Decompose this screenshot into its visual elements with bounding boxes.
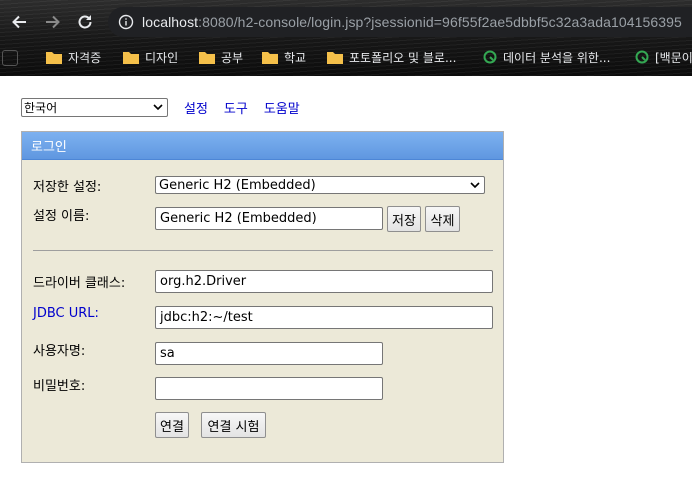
- globe-icon: [635, 50, 649, 64]
- bookmark-label: 공부: [221, 50, 244, 65]
- driver-class-input[interactable]: org.h2.Driver: [155, 270, 493, 293]
- bookmark-design[interactable]: 디자인: [123, 47, 178, 67]
- bookmark-label: 디자인: [145, 50, 179, 65]
- browser-toolbar: localhost:8080/h2-console/login.jsp?jses…: [0, 0, 692, 76]
- bookmark-label: 학교: [284, 50, 307, 65]
- folder-icon: [46, 51, 62, 64]
- folder-icon: [123, 51, 139, 64]
- link-tools[interactable]: 도구: [224, 98, 248, 117]
- folder-icon: [199, 51, 215, 64]
- panel-title: 로그인: [22, 132, 503, 160]
- saved-settings-value: Generic H2 (Embedded): [159, 177, 316, 193]
- saved-settings-select[interactable]: Generic H2 (Embedded): [155, 176, 485, 194]
- url-path: :8080/h2-console/login.jsp?jsessionid=96…: [198, 14, 682, 30]
- url-host: localhost: [142, 14, 199, 30]
- setting-name-input[interactable]: Generic H2 (Embedded): [155, 207, 383, 230]
- bookmark-study[interactable]: 공부: [199, 47, 243, 67]
- password-label: 비밀번호:: [33, 379, 86, 394]
- chevron-down-icon: [470, 181, 480, 188]
- folder-icon: [262, 51, 278, 64]
- bookmark-label: 포토폴리오 및 블로...: [349, 50, 457, 65]
- connect-button[interactable]: 연결: [155, 412, 189, 438]
- top-bar: 한국어 설정 도구 도움말: [21, 97, 300, 117]
- jdbc-url-input[interactable]: jdbc:h2:~/test: [155, 306, 493, 329]
- setting-name-label: 설정 이름:: [33, 209, 90, 224]
- apps-icon[interactable]: [2, 50, 18, 66]
- save-button[interactable]: 저장: [387, 206, 421, 232]
- forward-button[interactable]: [40, 9, 66, 35]
- login-panel: 로그인 저장한 설정: Generic H2 (Embedded) 설정 이름:…: [21, 131, 504, 463]
- reload-button[interactable]: [72, 9, 98, 35]
- chevron-down-icon: [153, 103, 163, 110]
- bookmark-data-analysis[interactable]: 데이터 분석을 위한...: [483, 47, 610, 67]
- url-text: localhost:8080/h2-console/login.jsp?jses…: [142, 14, 682, 30]
- bookmark-baekmun[interactable]: [백문이: [635, 47, 692, 67]
- globe-icon: [483, 50, 497, 64]
- address-bar[interactable]: localhost:8080/h2-console/login.jsp?jses…: [108, 7, 692, 37]
- saved-settings-label: 저장한 설정:: [33, 180, 102, 195]
- bookmark-label: [백문이: [655, 50, 692, 65]
- language-select[interactable]: 한국어: [21, 97, 168, 117]
- bookmark-label: 데이터 분석을 위한...: [503, 50, 611, 65]
- link-help[interactable]: 도움말: [264, 98, 300, 117]
- jdbc-url-link[interactable]: JDBC URL:: [33, 306, 99, 321]
- bookmark-portfolio[interactable]: 포토폴리오 및 블로...: [327, 47, 456, 67]
- info-icon[interactable]: [118, 14, 134, 30]
- delete-button[interactable]: 삭제: [425, 206, 460, 232]
- password-input[interactable]: [155, 377, 383, 400]
- bookmark-label: 자격증: [68, 50, 102, 65]
- folder-icon: [327, 51, 343, 64]
- arrow-left-icon: [12, 15, 26, 29]
- username-label: 사용자명:: [33, 344, 86, 359]
- bookmark-certificates[interactable]: 자격증: [46, 47, 101, 67]
- username-input[interactable]: sa: [155, 342, 383, 365]
- arrow-right-icon: [46, 15, 60, 29]
- back-button[interactable]: [6, 9, 32, 35]
- link-settings[interactable]: 설정: [184, 98, 208, 117]
- divider: [33, 250, 493, 251]
- reload-icon: [78, 15, 92, 29]
- bookmark-school[interactable]: 학교: [262, 47, 306, 67]
- test-connection-button[interactable]: 연결 시험: [201, 412, 266, 438]
- language-value: 한국어: [24, 100, 58, 115]
- driver-class-label: 드라이버 클래스:: [33, 276, 126, 291]
